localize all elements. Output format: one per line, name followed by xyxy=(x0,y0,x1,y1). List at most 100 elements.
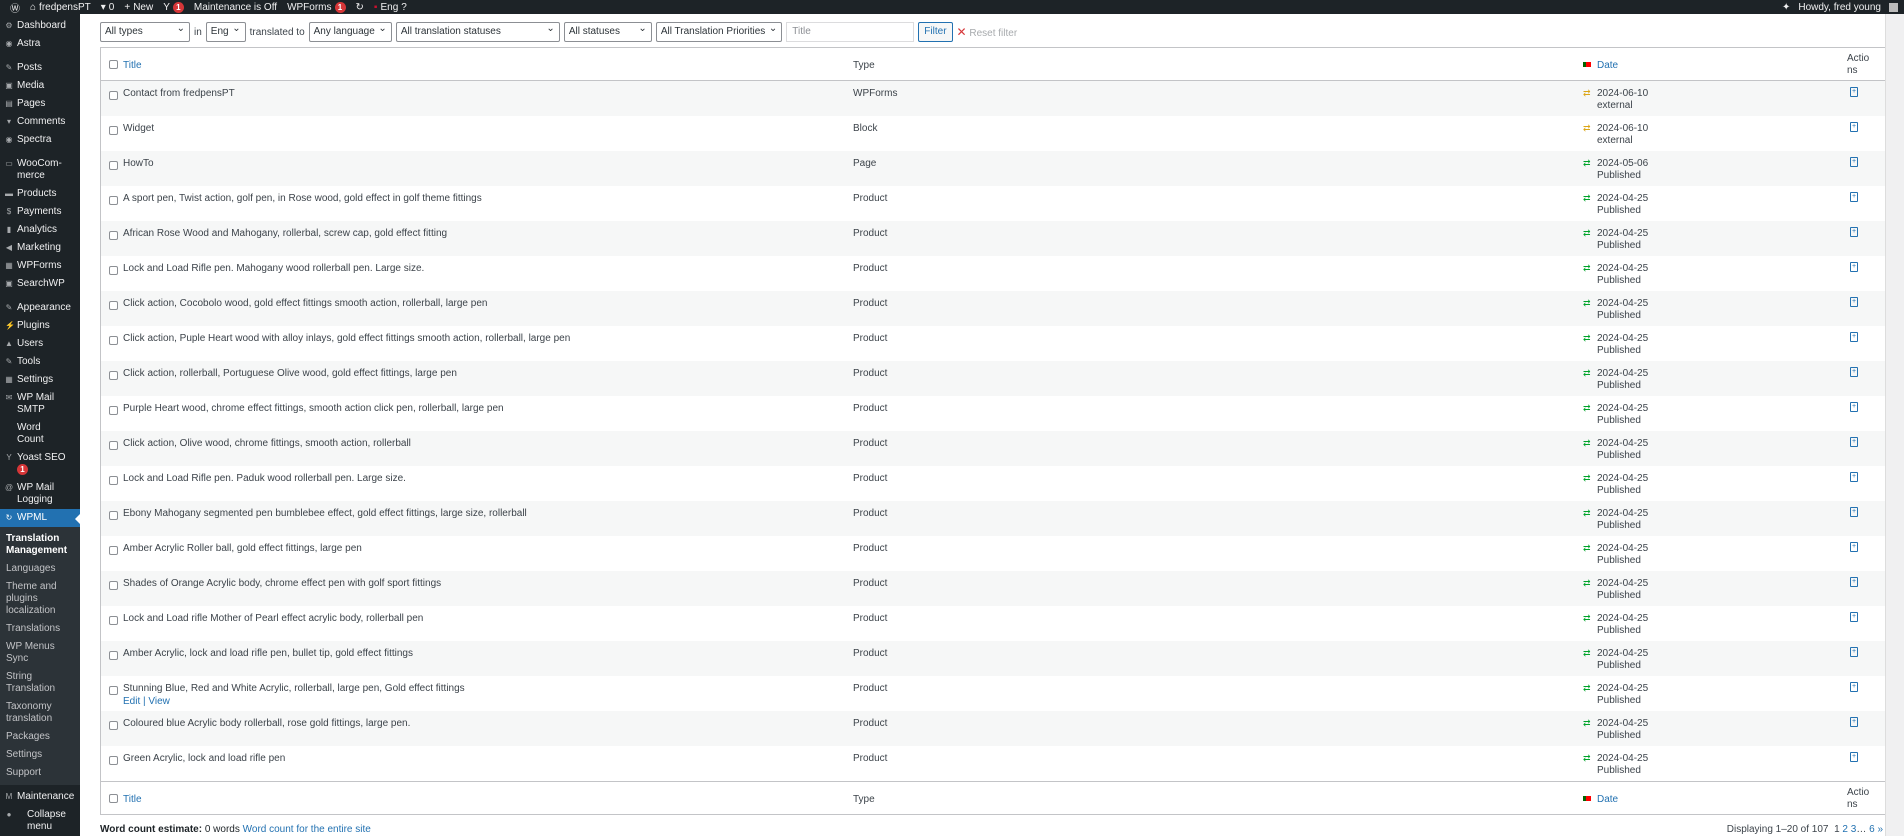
translate-document-icon[interactable]: + xyxy=(1850,472,1858,482)
translate-document-icon[interactable]: + xyxy=(1850,752,1858,762)
scrollbar[interactable] xyxy=(1885,14,1904,836)
row-checkbox[interactable] xyxy=(109,266,118,275)
translate-document-icon[interactable]: + xyxy=(1850,297,1858,307)
row-checkbox[interactable] xyxy=(109,511,118,520)
sidebar-item-wp-mail-logging[interactable]: @ WP Mail Logging xyxy=(0,479,80,509)
priority-select[interactable]: All Translation Priorities xyxy=(655,20,783,42)
row-checkbox[interactable] xyxy=(109,476,118,485)
sidebar-item-marketing[interactable]: ◀ Marketing xyxy=(0,239,80,257)
sidebar-item-wpml[interactable]: ↻ WPML xyxy=(0,509,80,527)
translate-document-icon[interactable]: + xyxy=(1850,122,1858,132)
row-checkbox[interactable] xyxy=(109,196,118,205)
submenu-item-packages[interactable]: Packages xyxy=(0,728,80,746)
next-page-link[interactable]: » xyxy=(1877,824,1883,835)
submenu-item-languages[interactable]: Languages xyxy=(0,560,80,578)
row-checkbox[interactable] xyxy=(109,371,118,380)
translation-status-select[interactable]: All translation statuses xyxy=(395,20,560,42)
date-column-footer[interactable]: Date xyxy=(1597,794,1618,806)
sidebar-item-wp-mail-smtp[interactable]: ✉ WP Mail SMTP xyxy=(0,389,80,419)
row-checkbox[interactable] xyxy=(109,231,118,240)
sidebar-item-posts[interactable]: ✎ Posts xyxy=(0,59,80,77)
row-checkbox[interactable] xyxy=(109,441,118,450)
submenu-item-theme-and-plugins-localization[interactable]: Theme and plugins localization xyxy=(0,578,78,620)
row-checkbox[interactable] xyxy=(109,91,118,100)
comments-link[interactable]: ▾ 0 xyxy=(101,2,115,13)
translate-document-icon[interactable]: + xyxy=(1850,227,1858,237)
translate-document-icon[interactable]: + xyxy=(1850,612,1858,622)
row-checkbox[interactable] xyxy=(109,651,118,660)
sidebar-item-spectra[interactable]: ◉ Spectra xyxy=(0,131,80,149)
sidebar-item-astra[interactable]: ◉ Astra xyxy=(0,35,80,53)
target-language-select[interactable]: Any language xyxy=(308,20,392,42)
howdy-account[interactable]: Howdy, fred young xyxy=(1798,2,1881,13)
maintenance-link[interactable]: Maintenance is Off xyxy=(194,2,277,13)
sidebar-item-yoast-seo[interactable]: Y Yoast SEO 1 xyxy=(0,449,80,479)
wpml-icon[interactable]: ↻ xyxy=(356,2,364,13)
wordpress-logo-icon[interactable]: Ⓦ xyxy=(10,0,20,15)
row-checkbox[interactable] xyxy=(109,756,118,765)
sidebar-item-collapse-menu[interactable]: ● Collapse menu xyxy=(0,806,80,836)
submenu-item-translation-management[interactable]: Translation Management xyxy=(0,530,78,560)
sidebar-item-analytics[interactable]: ▮ Analytics xyxy=(0,221,80,239)
row-checkbox[interactable] xyxy=(109,161,118,170)
translate-document-icon[interactable]: + xyxy=(1850,87,1858,97)
sidebar-item-users[interactable]: ▲ Users xyxy=(0,335,80,353)
sidebar-item-tools[interactable]: ✎ Tools xyxy=(0,353,80,371)
sidebar-item-pages[interactable]: ▤ Pages xyxy=(0,95,80,113)
translate-document-icon[interactable]: + xyxy=(1850,262,1858,272)
submenu-item-taxonomy-translation[interactable]: Taxonomy translation xyxy=(0,698,78,728)
row-checkbox[interactable] xyxy=(109,336,118,345)
sidebar-item-payments[interactable]: $ Payments xyxy=(0,203,80,221)
site-name-link[interactable]: ⌂ fredpensPT xyxy=(30,2,91,13)
status-select[interactable]: All statuses xyxy=(563,20,652,42)
word-count-site-link[interactable]: Word count for the entire site xyxy=(243,824,371,835)
translate-document-icon[interactable]: + xyxy=(1850,402,1858,412)
translate-document-icon[interactable]: + xyxy=(1850,192,1858,202)
sidebar-item-searchwp[interactable]: ▣ SearchWP xyxy=(0,275,80,293)
reset-filter-link[interactable]: ✕ Reset filter xyxy=(957,25,1018,39)
submenu-item-support[interactable]: Support xyxy=(0,764,80,782)
sidebar-item-plugins[interactable]: ⚡ Plugins xyxy=(0,317,80,335)
row-checkbox[interactable] xyxy=(109,126,118,135)
date-column-header[interactable]: Date xyxy=(1597,60,1618,72)
filter-button[interactable]: Filter xyxy=(918,22,953,42)
select-all-checkbox[interactable] xyxy=(109,60,118,69)
row-checkbox[interactable] xyxy=(109,406,118,415)
translate-document-icon[interactable]: + xyxy=(1850,157,1858,167)
translate-document-icon[interactable]: + xyxy=(1850,437,1858,447)
row-checkbox[interactable] xyxy=(109,301,118,310)
sparkle-icon[interactable]: ✦ xyxy=(1782,2,1790,13)
row-checkbox[interactable] xyxy=(109,581,118,590)
translate-document-icon[interactable]: + xyxy=(1850,682,1858,692)
sidebar-item-maintenance[interactable]: M Maintenance xyxy=(0,788,80,806)
sidebar-item-media[interactable]: ▣ Media xyxy=(0,77,80,95)
translate-document-icon[interactable]: + xyxy=(1850,717,1858,727)
submenu-item-wp-menus-sync[interactable]: WP Menus Sync xyxy=(0,638,78,668)
title-column-footer[interactable]: Title xyxy=(123,794,142,805)
source-language-select[interactable]: Eng xyxy=(205,20,246,42)
sidebar-item-wpforms[interactable]: ▦ WPForms xyxy=(0,257,80,275)
row-checkbox[interactable] xyxy=(109,546,118,555)
title-search-input[interactable]: Title xyxy=(786,22,915,42)
submenu-item-translations[interactable]: Translations xyxy=(0,620,80,638)
row-checkbox[interactable] xyxy=(109,616,118,625)
page-6-link[interactable]: 6 xyxy=(1869,824,1875,835)
sidebar-item-products[interactable]: ▬ Products xyxy=(0,185,80,203)
translate-document-icon[interactable]: + xyxy=(1850,367,1858,377)
language-switcher[interactable]: ▪ Eng? xyxy=(374,2,407,13)
page-2-link[interactable]: 2 xyxy=(1842,824,1848,835)
submenu-item-settings[interactable]: Settings xyxy=(0,746,80,764)
type-select[interactable]: All types xyxy=(100,20,190,42)
sidebar-item-word-count[interactable]: Word Count xyxy=(0,419,80,449)
yoast-link[interactable]: Y1 xyxy=(163,1,184,13)
row-checkbox[interactable] xyxy=(109,721,118,730)
translate-document-icon[interactable]: + xyxy=(1850,542,1858,552)
translate-document-icon[interactable]: + xyxy=(1850,577,1858,587)
row-checkbox[interactable] xyxy=(109,686,118,695)
row-actions[interactable]: Edit | View xyxy=(123,696,170,707)
new-content-link[interactable]: + New xyxy=(124,2,153,13)
wpforms-link[interactable]: WPForms 1 xyxy=(287,1,346,13)
sidebar-item-dashboard[interactable]: ⚙ Dashboard xyxy=(0,17,80,35)
sidebar-item-woocom-merce[interactable]: ▭ WooCom- merce xyxy=(0,155,80,185)
select-all-checkbox-footer[interactable] xyxy=(109,794,118,803)
